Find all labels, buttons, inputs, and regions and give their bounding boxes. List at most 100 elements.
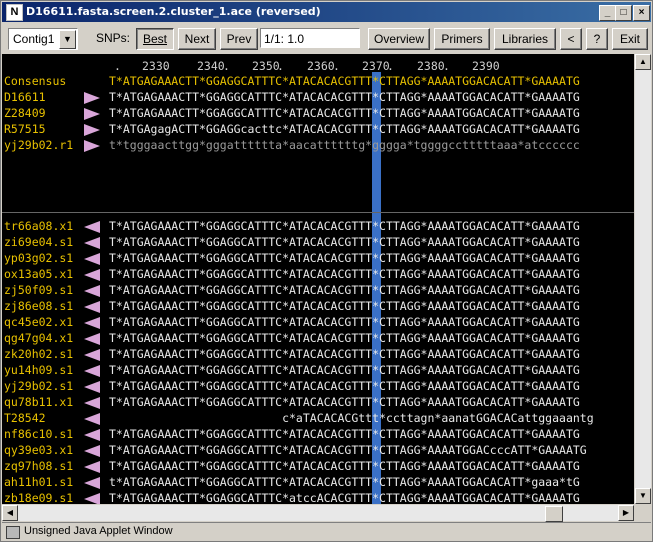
- title-bar: N D16611.fasta.screen.2.cluster_1.ace (r…: [2, 2, 651, 22]
- best-button[interactable]: Best: [136, 28, 174, 50]
- read-sequence: T*ATGAGAAACTT*GGAGGCATTTC*ATACACACGTTT*C…: [109, 363, 580, 377]
- next-button[interactable]: Next: [178, 28, 216, 50]
- read-sequence: T*ATGAGAAACTT*GGAGGCATTTC*ATACACACGTTT*C…: [109, 331, 580, 345]
- read-row[interactable]: ox13a05.x1 T*ATGAGAAACTT*GGAGGCATTTC*ATAC…: [2, 267, 634, 283]
- read-row[interactable]: zj50f09.s1 T*ATGAGAAACTT*GGAGGCATTTC*ATAC…: [2, 283, 634, 299]
- forward-strand-arrow-icon: [84, 140, 100, 152]
- read-name[interactable]: zi69e04.s1: [4, 235, 73, 249]
- read-row[interactable]: ah11h01.s1 t*ATGAGAAACTT*GGAGGCATTTC*ATAC…: [2, 475, 634, 491]
- read-row[interactable]: yu14h09.s1 T*ATGAGAAACTT*GGAGGCATTTC*ATAC…: [2, 363, 634, 379]
- read-name[interactable]: zj50f09.s1: [4, 283, 73, 297]
- read-row[interactable]: yj29b02.s1 T*ATGAGAAACTT*GGAGGCATTTC*ATAC…: [2, 379, 634, 395]
- read-name[interactable]: Consensus: [4, 74, 66, 88]
- read-row[interactable]: R57515 T*ATGAgagACTT*GGAGGcacttc*ATACACAC…: [2, 122, 634, 138]
- ruler-label: 2350: [252, 59, 280, 73]
- snps-label: SNPs:: [96, 31, 131, 45]
- read-sequence: t*tgggaacttgg*gggatttttta*aacattttttg*gg…: [109, 138, 580, 152]
- read-sequence: T*ATGAGAAACTT*GGAGGCATTTC*ATACACACGTTT*C…: [109, 283, 580, 297]
- read-row[interactable]: qu78b11.x1 T*ATGAGAAACTT*GGAGGCATTTC*ATAC…: [2, 395, 634, 411]
- read-sequence: T*ATGAGAAACTT*GGAGGCATTTC*ATACACACGTTT*C…: [109, 347, 580, 361]
- read-row[interactable]: yj29b02.r1 t*tgggaacttgg*gggatttttta*aaca…: [2, 138, 634, 154]
- read-row[interactable]: zq97h08.s1 T*ATGAGAAACTT*GGAGGCATTTC*ATAC…: [2, 459, 634, 475]
- libraries-button[interactable]: Libraries: [494, 28, 556, 50]
- prev-button[interactable]: Prev: [220, 28, 258, 50]
- zoom-field[interactable]: 1/1: 1.0: [260, 28, 360, 48]
- reverse-strand-arrow-icon: [84, 269, 100, 281]
- read-name[interactable]: qu78b11.x1: [4, 395, 73, 409]
- read-row[interactable]: Z28409 T*ATGAGAAACTT*GGAGGCATTTC*ATACACAC…: [2, 106, 634, 122]
- read-name[interactable]: qg47g04.x1: [4, 331, 73, 345]
- read-row[interactable]: qy39e03.x1 T*ATGAGAAACTT*GGAGGCATTTC*ATAC…: [2, 443, 634, 459]
- read-row[interactable]: Consensus T*ATGAGAAACTT*GGAGGCATTTC*ATACA…: [2, 74, 634, 90]
- scroll-right-icon[interactable]: ▶: [618, 505, 634, 521]
- ruler-dot: .: [114, 59, 121, 73]
- contig-select[interactable]: Contig1 ▼: [8, 28, 78, 50]
- ruler-dot: .: [333, 59, 340, 73]
- read-name[interactable]: ah11h01.s1: [4, 475, 73, 489]
- read-name[interactable]: qc45e02.x1: [4, 315, 73, 329]
- read-name[interactable]: Z28409: [4, 106, 46, 120]
- reverse-strand-arrow-icon: [84, 461, 100, 473]
- reverse-strand-arrow-icon: [84, 317, 100, 329]
- exit-button[interactable]: Exit: [612, 28, 648, 50]
- scroll-left-button[interactable]: <: [560, 28, 582, 50]
- scroll-left-icon[interactable]: ◀: [2, 505, 18, 521]
- read-name[interactable]: nf86c10.s1: [4, 427, 73, 441]
- read-row[interactable]: D16611 T*ATGAGAAACTT*GGAGGCATTTC*ATACACAC…: [2, 90, 634, 106]
- read-row[interactable]: zi69e04.s1 T*ATGAGAAACTT*GGAGGCATTTC*ATAC…: [2, 235, 634, 251]
- window-title: D16611.fasta.screen.2.cluster_1.ace (rev…: [26, 5, 321, 18]
- read-name[interactable]: yj29b02.s1: [4, 379, 73, 393]
- read-row[interactable]: qg47g04.x1 T*ATGAGAAACTT*GGAGGCATTTC*ATAC…: [2, 331, 634, 347]
- read-row[interactable]: nf86c10.s1 T*ATGAGAAACTT*GGAGGCATTTC*ATAC…: [2, 427, 634, 443]
- read-name[interactable]: yu14h09.s1: [4, 363, 73, 377]
- reverse-strand-arrow-icon: [84, 237, 100, 249]
- read-row[interactable]: zk20h02.s1 T*ATGAGAAACTT*GGAGGCATTTC*ATAC…: [2, 347, 634, 363]
- ruler-dot: .: [162, 59, 169, 73]
- alignment-view[interactable]: . 2330. 2340. 2350. 2360. 2370. 2380. 2390 Cons…: [2, 54, 634, 504]
- vertical-scrollbar[interactable]: ▲ ▼: [635, 54, 651, 504]
- read-name[interactable]: zq97h08.s1: [4, 459, 73, 473]
- primers-button[interactable]: Primers: [434, 28, 490, 50]
- scroll-thumb[interactable]: [545, 506, 563, 522]
- read-name[interactable]: ox13a05.x1: [4, 267, 73, 281]
- ruler-label: 2340: [197, 59, 225, 73]
- close-button[interactable]: ×: [633, 5, 650, 21]
- read-name[interactable]: R57515: [4, 122, 46, 136]
- maximize-button[interactable]: □: [615, 5, 632, 21]
- read-sequence: T*ATGAGAAACTT*GGAGGCATTTC*ATACACACGTTT*C…: [109, 427, 580, 441]
- read-row[interactable]: qc45e02.x1 T*ATGAGAAACTT*GGAGGCATTTC*ATAC…: [2, 315, 634, 331]
- minimize-button[interactable]: _: [599, 5, 616, 21]
- read-sequence: T*ATGAGAAACTT*GGAGGCATTTC*ATACACACGTTT*C…: [109, 74, 580, 88]
- java-warning-icon: [6, 526, 20, 539]
- read-name[interactable]: tr66a08.x1: [4, 219, 73, 233]
- read-sequence: T*ATGAGAAACTT*GGAGGCATTTC*ATACACACGTTT*C…: [109, 459, 580, 473]
- read-row[interactable]: tr66a08.x1 T*ATGAGAAACTT*GGAGGCATTTC*ATAC…: [2, 219, 634, 235]
- applet-window: N D16611.fasta.screen.2.cluster_1.ace (r…: [0, 0, 653, 542]
- read-sequence: T*ATGAGAAACTT*GGAGGCATTTC*ATACACACGTTT*C…: [109, 379, 580, 393]
- read-row[interactable]: T28542 c*aTACACACGttt*ccttagn*aanatGGACA…: [2, 411, 634, 427]
- chevron-down-icon[interactable]: ▼: [59, 30, 76, 49]
- read-sequence: t*ATGAGAAACTT*GGAGGCATTTC*ATACACACGTTT*C…: [109, 475, 580, 489]
- read-name[interactable]: yj29b02.r1: [4, 138, 73, 152]
- reverse-strand-arrow-icon: [84, 413, 100, 425]
- read-name[interactable]: qy39e03.x1: [4, 443, 73, 457]
- ruler-label: 2370: [362, 59, 390, 73]
- reverse-strand-arrow-icon: [84, 365, 100, 377]
- reverse-strand-arrow-icon: [84, 285, 100, 297]
- read-name[interactable]: zk20h02.s1: [4, 347, 73, 361]
- read-name[interactable]: zb18e09.s1: [4, 491, 73, 504]
- read-name[interactable]: T28542: [4, 411, 46, 425]
- read-name[interactable]: yp03g02.s1: [4, 251, 73, 265]
- ruler-dot: .: [223, 59, 230, 73]
- read-name[interactable]: D16611: [4, 90, 46, 104]
- read-row[interactable]: yp03g02.s1 T*ATGAGAAACTT*GGAGGCATTTC*ATAC…: [2, 251, 634, 267]
- scroll-up-icon[interactable]: ▲: [635, 54, 651, 70]
- read-sequence: T*ATGAGAAACTT*GGAGGCATTTC*ATACACACGTTT*C…: [109, 267, 580, 281]
- overview-button[interactable]: Overview: [368, 28, 430, 50]
- read-row[interactable]: zj86e08.s1 T*ATGAGAAACTT*GGAGGCATTTC*ATAC…: [2, 299, 634, 315]
- read-row[interactable]: zb18e09.s1 T*ATGAGAAACTT*GGAGGCATTTC*atcc…: [2, 491, 634, 504]
- read-name[interactable]: zj86e08.s1: [4, 299, 73, 313]
- scroll-down-icon[interactable]: ▼: [635, 488, 651, 504]
- horizontal-scrollbar[interactable]: ◀ ▶: [2, 505, 634, 522]
- help-button[interactable]: ?: [586, 28, 608, 50]
